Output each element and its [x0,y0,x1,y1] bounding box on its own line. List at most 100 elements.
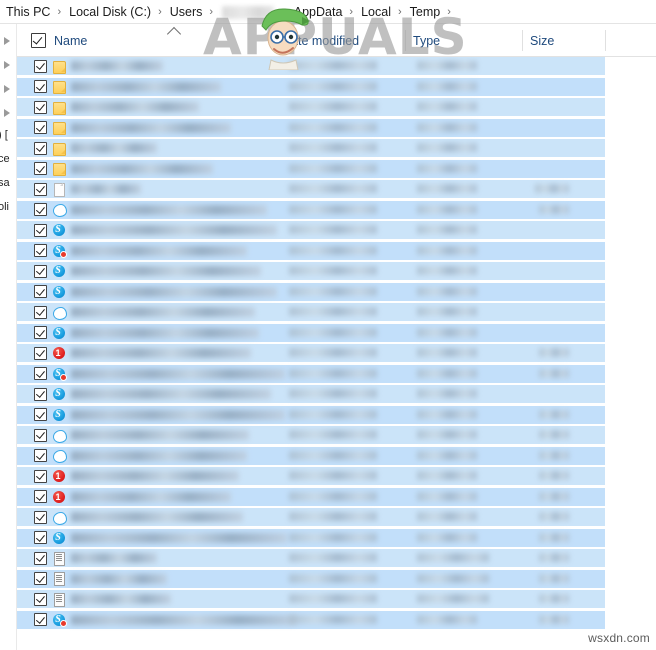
skype-icon [52,243,67,258]
nav-item-clipped-2[interactable]: sa [0,172,10,194]
file-name-redacted [71,368,285,379]
breadcrumb-item-appdata[interactable]: AppData [292,5,345,19]
table-row[interactable] [17,344,605,362]
row-checkbox[interactable] [34,469,47,483]
column-header-name[interactable]: Name [31,24,182,57]
file-size-redacted [539,204,569,214]
table-row[interactable] [17,262,605,280]
date-modified-redacted [289,594,377,603]
notification-badge-icon [60,251,67,258]
row-checkbox[interactable] [34,285,47,298]
table-row[interactable] [17,446,605,465]
column-divider[interactable] [522,30,523,51]
breadcrumb-item-users[interactable]: Users [168,5,205,19]
table-row[interactable] [17,426,605,444]
table-row[interactable] [17,303,605,321]
row-checkbox[interactable] [34,223,47,237]
expand-chevron-icon[interactable] [4,37,10,45]
column-divider[interactable] [605,30,606,51]
breadcrumb-item-local[interactable]: Local [359,5,393,19]
row-checkbox[interactable] [34,244,47,257]
navigation-pane[interactable]: ) [ ce sa oli [0,24,17,650]
table-row[interactable] [17,487,605,506]
table-row[interactable] [17,180,605,198]
table-row[interactable] [17,241,605,260]
row-checkbox[interactable] [34,551,47,565]
table-row[interactable] [17,528,605,547]
table-row[interactable] [17,77,605,96]
select-all-checkbox[interactable] [31,33,46,48]
table-row[interactable] [17,385,605,403]
table-row[interactable] [17,590,605,608]
table-row[interactable] [17,139,605,157]
breadcrumb[interactable]: This PC › Local Disk (C:) › Users › › Ap… [0,0,656,24]
row-checkbox[interactable] [34,162,47,175]
breadcrumb-item-this-pc[interactable]: This PC [4,5,52,19]
row-checkbox[interactable] [34,531,47,544]
breadcrumb-item-local-disk[interactable]: Local Disk (C:) [67,5,153,19]
date-modified-redacted [289,614,377,624]
skype-icon [52,407,66,422]
breadcrumb-item-temp[interactable]: Temp [408,5,443,19]
breadcrumb-item-username-redacted[interactable] [222,5,275,19]
file-name-redacted [71,409,285,420]
row-checkbox[interactable] [34,80,47,93]
row-checkbox[interactable] [34,387,47,401]
nav-item-clipped-0[interactable]: ) [ [0,124,8,146]
expand-chevron-icon[interactable] [4,61,10,69]
expand-chevron-icon[interactable] [4,109,10,117]
row-checkbox[interactable] [34,203,47,216]
row-checkbox[interactable] [34,121,47,134]
nav-item-clipped-3[interactable]: oli [0,196,9,218]
file-name-redacted [71,471,239,481]
row-checkbox[interactable] [34,182,47,196]
column-header-size[interactable]: Size [530,24,554,57]
table-row[interactable] [17,467,605,485]
row-checkbox[interactable] [34,367,47,380]
row-checkbox[interactable] [34,510,47,524]
file-type-redacted [417,573,489,583]
row-checkbox[interactable] [34,490,47,503]
table-row[interactable] [17,282,605,301]
date-modified-redacted [289,61,377,70]
file-list[interactable] [17,57,656,650]
row-checkbox[interactable] [34,100,47,114]
column-divider[interactable] [405,30,406,51]
row-checkbox[interactable] [34,59,47,73]
table-row[interactable] [17,118,605,137]
table-row[interactable] [17,569,605,588]
column-header-type[interactable]: Type [413,24,440,57]
table-row[interactable] [17,57,605,75]
column-header-date-modified[interactable]: Date modified [282,24,359,57]
breadcrumb-separator-icon: › [349,6,354,18]
table-row[interactable] [17,508,605,526]
row-checkbox[interactable] [34,326,47,339]
table-row[interactable] [17,200,605,219]
row-checkbox[interactable] [34,572,47,585]
file-name-redacted [71,307,255,317]
file-name-redacted [71,614,297,625]
table-row[interactable] [17,549,605,567]
column-divider[interactable] [273,30,274,51]
table-row[interactable] [17,323,605,342]
row-checkbox[interactable] [34,428,47,442]
row-checkbox[interactable] [34,305,47,319]
table-row[interactable] [17,364,605,383]
row-checkbox[interactable] [34,264,47,278]
row-checkbox[interactable] [34,141,47,155]
nav-item-clipped-1[interactable]: ce [0,148,10,170]
file-size-redacted [539,614,569,624]
table-row[interactable] [17,221,605,239]
row-checkbox[interactable] [34,408,47,421]
expand-chevron-icon[interactable] [4,85,10,93]
table-row[interactable] [17,98,605,116]
row-checkbox[interactable] [34,449,47,462]
table-row[interactable] [17,405,605,424]
row-checkbox[interactable] [34,346,47,360]
table-row[interactable] [17,610,605,629]
row-checkbox[interactable] [34,613,47,626]
table-row[interactable] [17,159,605,178]
folder-icon [52,59,66,74]
row-checkbox[interactable] [34,592,47,606]
breadcrumb-separator-icon: › [57,6,62,18]
